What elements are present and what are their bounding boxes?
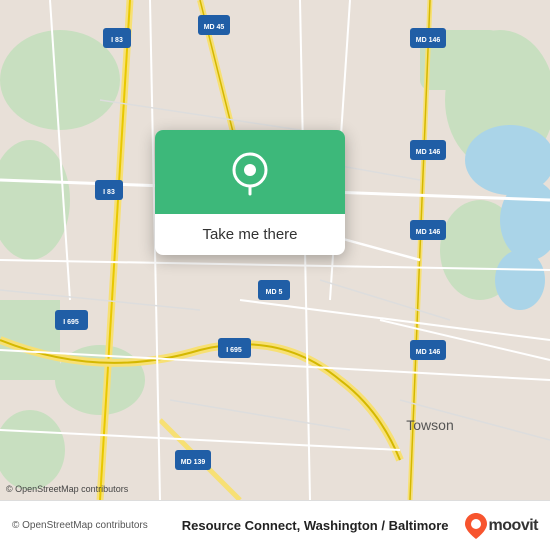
moovit-brand-text: moovit [489,517,538,535]
moovit-pin-icon [465,513,487,539]
take-me-there-button[interactable]: Take me there [186,214,313,255]
bottom-bar: © OpenStreetMap contributors Resource Co… [0,500,550,550]
location-popup[interactable]: Take me there [155,130,345,255]
app-title: Resource Connect, Washington / Baltimore [182,518,449,533]
svg-text:MD 45: MD 45 [204,24,225,31]
svg-text:MD 146: MD 146 [416,229,441,236]
svg-text:I 83: I 83 [103,189,115,196]
svg-text:MD 139: MD 139 [181,459,206,466]
popup-icon-area [155,130,345,214]
moovit-logo: moovit [465,513,538,539]
svg-text:Towson: Towson [406,417,453,433]
svg-text:I 695: I 695 [226,347,242,354]
svg-text:MD 146: MD 146 [416,37,441,44]
svg-text:MD 5: MD 5 [266,289,283,296]
map-area[interactable]: I 83 I 83 I 695 I 695 MD 45 MD 5 MD 146 … [0,0,550,500]
attribution-text: © OpenStreetMap contributors [12,520,148,531]
svg-text:MD 146: MD 146 [416,149,441,156]
svg-text:© OpenStreetMap contributors: © OpenStreetMap contributors [6,484,129,494]
svg-text:MD 146: MD 146 [416,349,441,356]
svg-text:I 83: I 83 [111,37,123,44]
svg-text:I 695: I 695 [63,319,79,326]
map-pin-icon [228,152,272,196]
